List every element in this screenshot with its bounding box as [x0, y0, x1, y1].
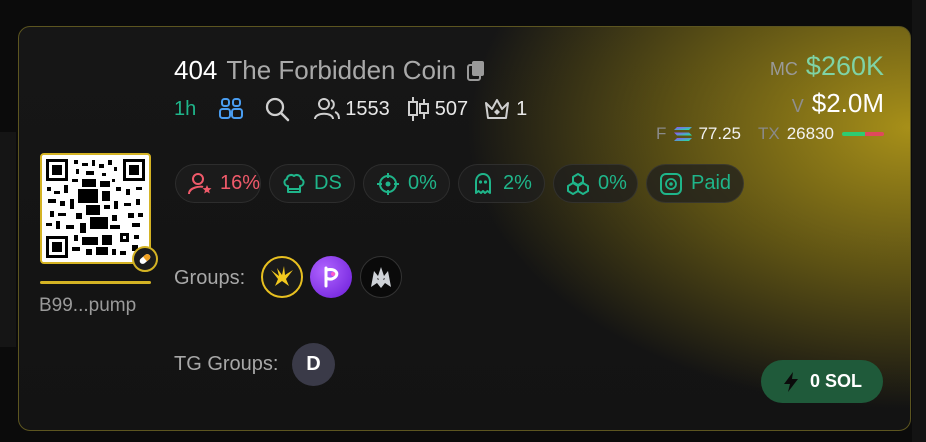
dex-paid-icon	[659, 172, 683, 196]
copy-icon[interactable]	[466, 60, 486, 82]
bird-emblem-icon[interactable]	[261, 256, 303, 298]
badge-snipers-value: 0%	[408, 172, 437, 194]
badge-snipers[interactable]: 0%	[363, 164, 450, 203]
token-card[interactable]: B99...pump 404 The Forbidden Coin 1h 155…	[18, 26, 911, 431]
token-qr-image[interactable]	[40, 153, 151, 264]
badge-dev-sold[interactable]: DS	[269, 164, 355, 203]
timeframe-label[interactable]: 1h	[174, 98, 196, 121]
top-holders-count: 1	[516, 97, 528, 120]
tg-groups-label: TG Groups:	[174, 353, 279, 375]
cubes-icon	[566, 172, 590, 196]
badge-bundlers[interactable]: 0%	[553, 164, 638, 203]
tx-label: TX	[757, 124, 780, 143]
search-icon[interactable]	[264, 96, 290, 122]
user-star-icon	[188, 172, 212, 196]
chef-hat-icon	[282, 172, 306, 196]
crown-icon	[484, 97, 510, 121]
background-panel-left	[0, 132, 16, 347]
badge-dev-holding-value: 16%	[220, 172, 261, 194]
badge-dev-holding[interactable]: 16%	[175, 164, 261, 203]
top-holders-stat: 1	[484, 97, 527, 121]
tx-buy-sell-bar	[842, 132, 884, 136]
volume: V $2.0M	[792, 88, 884, 119]
tg-group-avatar[interactable]: D	[292, 343, 335, 386]
token-ticker: 404	[174, 55, 218, 85]
token-badges: 16% DS 0% 2% 0% Paid	[175, 164, 744, 203]
volume-label: V	[791, 96, 804, 116]
holders-icon	[314, 97, 341, 121]
groups-label: Groups:	[174, 267, 246, 289]
fee-tx-row: F 77.25 TX 26830	[656, 124, 884, 144]
badge-insiders[interactable]: 2%	[458, 164, 545, 203]
holders-count: 1553	[345, 97, 390, 120]
candles-stat: 507	[406, 96, 468, 122]
ghost-icon	[471, 172, 495, 196]
background-panel-right	[912, 0, 926, 442]
candles-count: 507	[434, 97, 469, 120]
badge-dex-paid[interactable]: Paid	[646, 164, 744, 203]
qr-code-icon	[42, 155, 149, 262]
holders-stat: 1553	[314, 97, 390, 121]
tx-value: 26830	[786, 124, 834, 143]
community-icon[interactable]	[218, 97, 244, 121]
token-stats-row: 1h 1553 507 1	[174, 96, 527, 122]
mc-label: MC	[769, 59, 798, 79]
wolf-icon[interactable]	[360, 256, 402, 298]
fee-label: F	[656, 124, 667, 143]
volume-value: $2.0M	[811, 88, 884, 118]
solana-icon	[673, 126, 693, 142]
market-cap: MC $260K	[770, 51, 884, 82]
token-title: 404 The Forbidden Coin	[174, 55, 486, 86]
crosshair-icon	[376, 172, 400, 196]
pump-pill-icon	[132, 246, 158, 272]
candlestick-icon	[406, 96, 430, 122]
quick-buy-button[interactable]: 0 SOL	[761, 360, 883, 403]
badge-bundlers-value: 0%	[598, 172, 627, 194]
token-address[interactable]: B99...pump	[39, 295, 136, 317]
purple-logo-icon[interactable]	[310, 256, 352, 298]
badge-insiders-value: 2%	[503, 172, 532, 194]
badge-dex-paid-value: Paid	[691, 172, 732, 194]
badge-dev-sold-value: DS	[314, 172, 342, 194]
lightning-icon	[782, 371, 800, 393]
mc-value: $260K	[805, 51, 884, 81]
quick-buy-label: 0 SOL	[809, 371, 862, 391]
token-name: The Forbidden Coin	[226, 55, 457, 85]
qr-underline	[40, 281, 151, 284]
fee-value: 77.25	[698, 124, 741, 143]
